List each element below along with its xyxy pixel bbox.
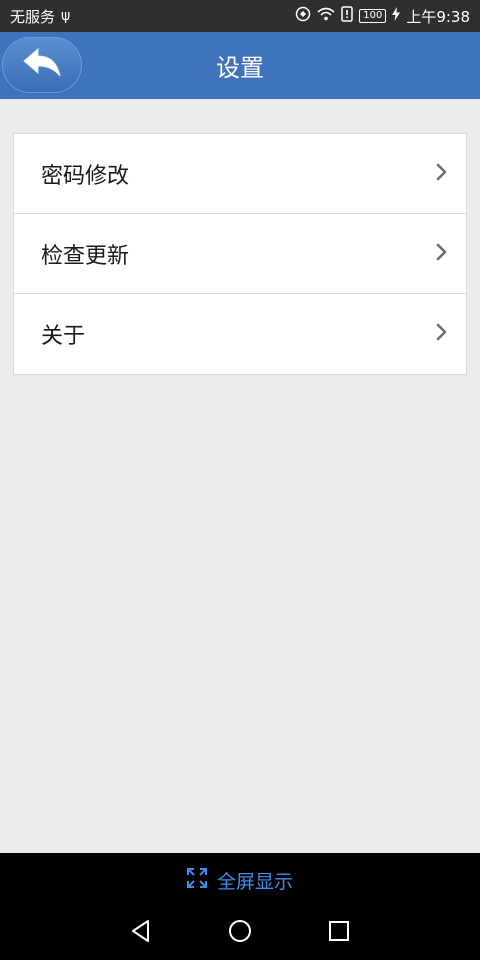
settings-item-about[interactable]: 关于: [14, 294, 466, 374]
square-recents-icon: [328, 920, 350, 946]
nfc-icon: [295, 6, 311, 26]
circle-home-icon: [228, 919, 252, 947]
app-header: 设置: [0, 32, 480, 99]
fullscreen-button[interactable]: 全屏显示: [0, 865, 480, 895]
nav-home-button[interactable]: [220, 913, 260, 953]
battery-icon: 100: [359, 9, 387, 23]
carrier-text: 无服务: [10, 7, 56, 26]
usb-icon: ψ: [61, 8, 71, 24]
triangle-back-icon: [130, 919, 152, 947]
alert-icon: [341, 6, 353, 26]
settings-list: 密码修改 检查更新 关于: [13, 133, 467, 375]
back-button[interactable]: [2, 37, 82, 93]
charging-icon: [392, 7, 401, 25]
bottom-area: 全屏显示: [0, 853, 480, 960]
status-left: 无服务 ψ: [10, 6, 70, 27]
settings-item-check-update[interactable]: 检查更新: [14, 214, 466, 294]
settings-item-change-password[interactable]: 密码修改: [14, 134, 466, 214]
chevron-right-icon: [436, 163, 448, 185]
nav-back-button[interactable]: [121, 913, 161, 953]
nav-recents-button[interactable]: [319, 913, 359, 953]
app-root: 无服务 ψ 100 上午9:38 设置 密码修改 检查更新 关于 全屏显示: [0, 0, 480, 960]
status-right: 100 上午9:38: [295, 6, 470, 27]
battery-level: 100: [363, 10, 383, 21]
chevron-right-icon: [436, 323, 448, 345]
clock-text: 上午9:38: [406, 7, 470, 26]
settings-item-label: 检查更新: [41, 243, 130, 269]
chevron-right-icon: [436, 243, 448, 265]
page-title: 设置: [216, 54, 264, 82]
settings-item-label: 密码修改: [41, 163, 130, 189]
back-arrow-icon: [20, 46, 64, 84]
status-bar: 无服务 ψ 100 上午9:38: [0, 0, 480, 32]
wifi-icon: [317, 7, 335, 25]
expand-icon: [186, 867, 207, 893]
system-nav-bar: [0, 913, 480, 953]
fullscreen-label: 全屏显示: [216, 870, 293, 893]
settings-item-label: 关于: [41, 324, 86, 349]
